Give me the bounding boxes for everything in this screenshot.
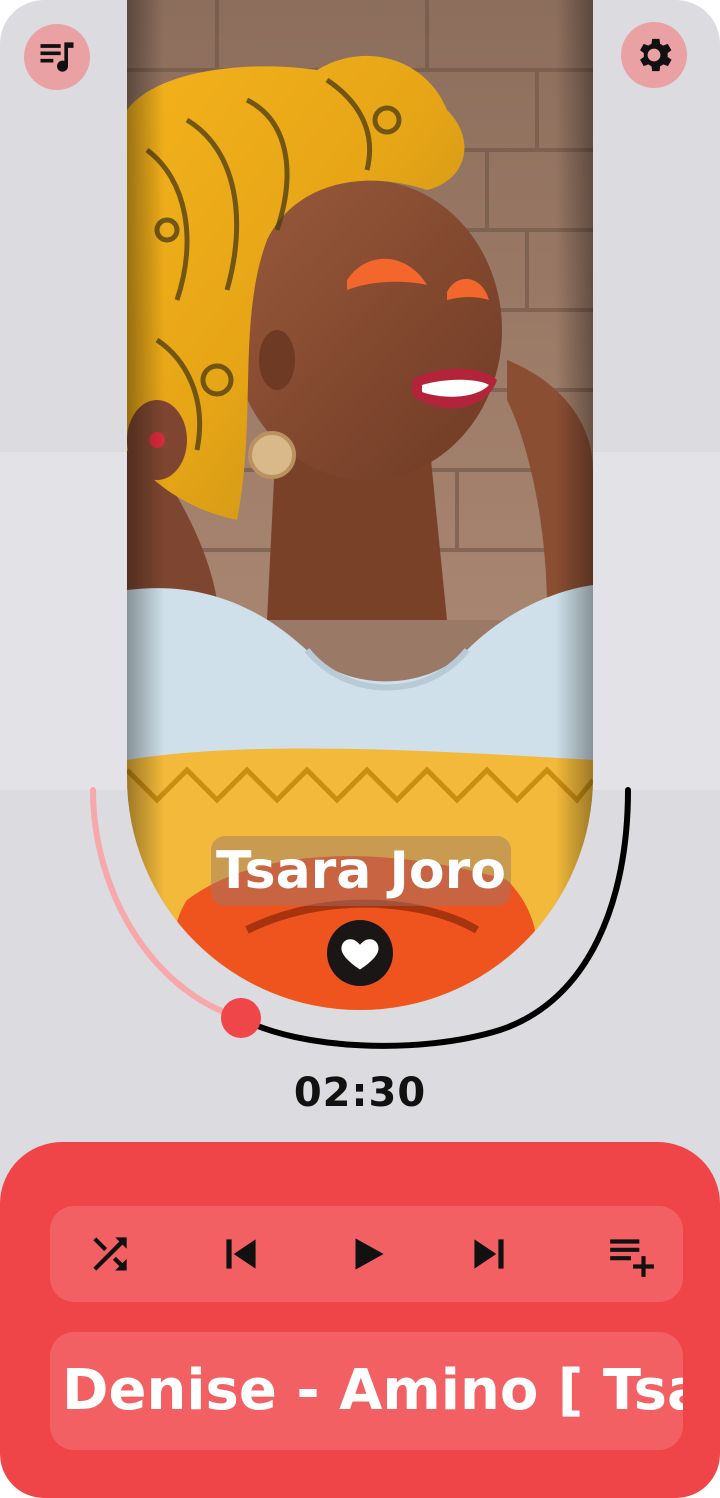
progress-thumb[interactable] [221, 998, 261, 1038]
next-button[interactable] [459, 1224, 519, 1284]
add-to-queue-button[interactable] [601, 1224, 661, 1284]
play-button[interactable] [338, 1224, 398, 1284]
shuffle-button[interactable] [80, 1224, 140, 1284]
song-title: Tsara Joro [211, 836, 511, 906]
shuffle-icon [93, 1237, 127, 1271]
settings-button[interactable] [621, 22, 687, 88]
playlist-music-icon [40, 42, 74, 72]
like-button[interactable] [327, 920, 393, 986]
elapsed-time: 02:30 [293, 1070, 427, 1116]
playlist-add-icon [610, 1239, 654, 1277]
playlist-button[interactable] [24, 24, 90, 90]
now-playing-marquee: Denise - Amino [ Tsara [50, 1332, 683, 1450]
previous-button[interactable] [211, 1224, 271, 1284]
music-player-screen: Tsara Joro 02:30 Denise - Amino [Ts [0, 0, 720, 1498]
skip-previous-icon [226, 1239, 256, 1269]
heart-icon [341, 939, 379, 970]
gear-icon [640, 38, 672, 72]
play-icon [355, 1238, 384, 1270]
playback-controls [50, 1206, 683, 1302]
now-playing-text: Denise - Amino [ Tsara [62, 1358, 683, 1423]
skip-next-icon [474, 1239, 504, 1269]
